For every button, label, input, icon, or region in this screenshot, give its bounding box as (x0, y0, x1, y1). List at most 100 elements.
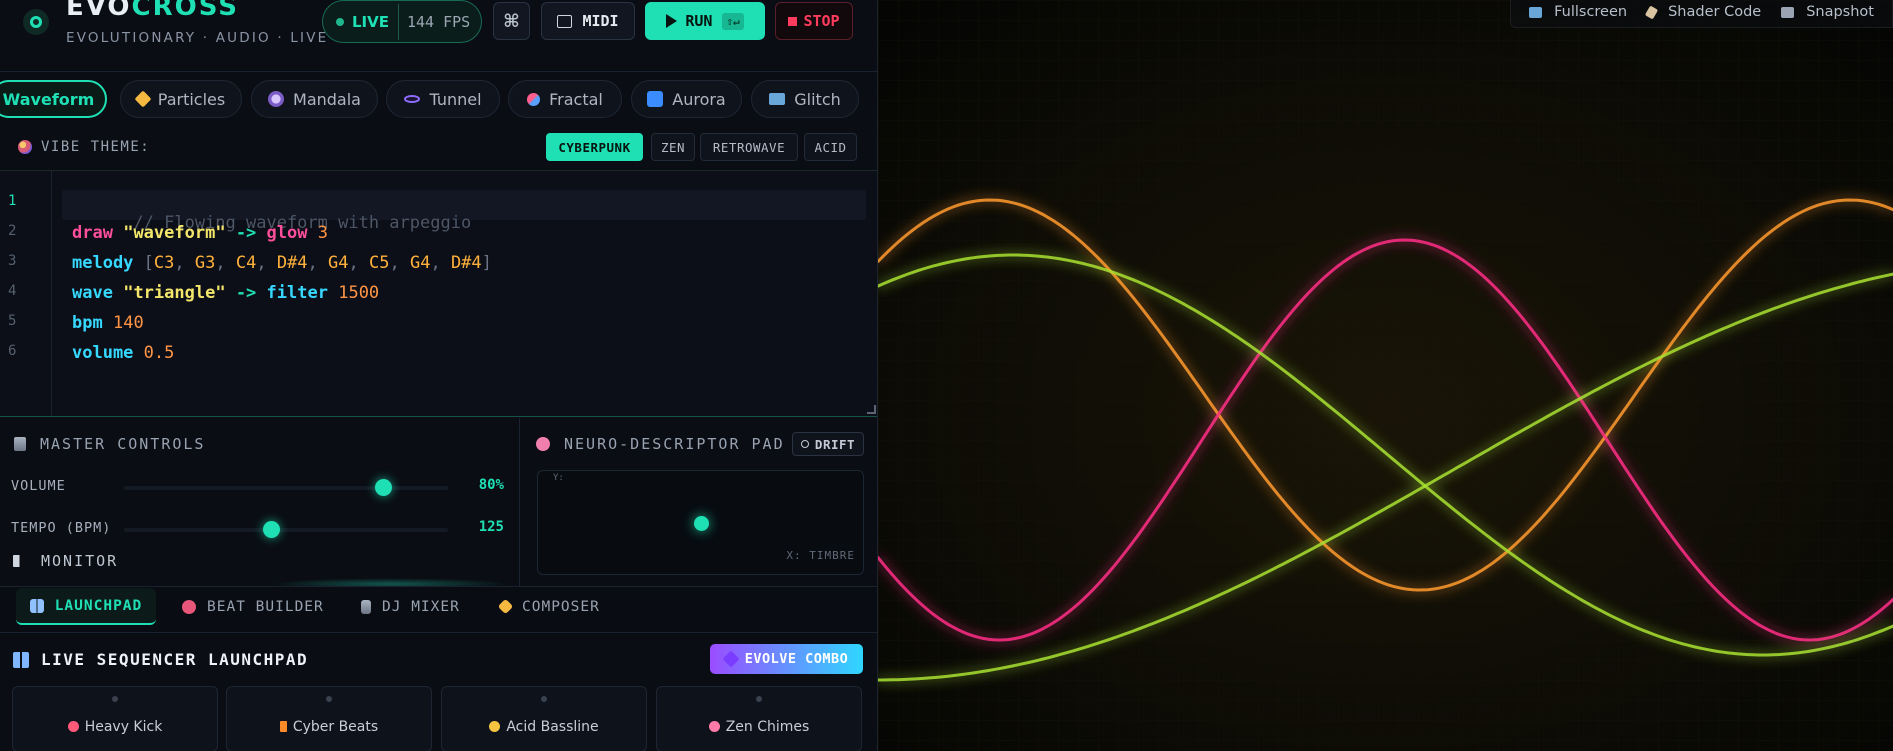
theme-acid-button[interactable]: ACID (804, 133, 857, 161)
pad-indicator-led (112, 696, 118, 702)
pad-label: Heavy Kick (84, 719, 163, 735)
pad-indicator-led (326, 696, 332, 702)
sparkles-icon (134, 90, 152, 108)
line-number: 1 (8, 193, 17, 209)
launchpad-pad-acid-bassline[interactable]: Acid Bassline (441, 686, 647, 751)
code-editor[interactable]: 1 2 3 4 5 6 // Flowing waveform with arp… (0, 170, 877, 417)
tempo-slider[interactable] (124, 521, 448, 538)
drift-button[interactable]: DRIFT (792, 432, 864, 456)
control-panel: EVOCROSS EVOLUTIONARY · AUDIO · LIVE LIV… (0, 0, 878, 751)
resize-handle[interactable] (867, 405, 876, 414)
run-button[interactable]: RUN ⇧↵ (645, 2, 765, 40)
code-identifier: bpm (72, 313, 103, 333)
code-note: D#4 (450, 253, 482, 273)
command-palette-button[interactable]: ⌘ (493, 2, 530, 40)
evolve-label: EVOLVE COMBO (744, 651, 849, 667)
neuro-pad-title: NEURO-DESCRIPTOR PAD (536, 435, 785, 453)
code-note: C3 (153, 253, 175, 273)
code-line-5: bpm 140 (72, 313, 144, 333)
snapshot-button[interactable]: Snapshot (1781, 4, 1874, 20)
code-identifier: wave (72, 283, 113, 303)
launchpad-pad-heavy-kick[interactable]: Heavy Kick (12, 686, 218, 751)
code-keyword: glow (266, 223, 308, 243)
code-number: 3 (317, 223, 328, 243)
waveform-visual (878, 0, 1893, 751)
tab-label: BEAT BUILDER (207, 598, 324, 615)
xy-pad-cursor[interactable] (693, 515, 709, 531)
section-title-text: LIVE SEQUENCER LAUNCHPAD (41, 650, 309, 669)
master-controls-panel: MASTER CONTROLS VOLUME 80% TEMPO (BPM) 1… (0, 418, 519, 590)
tab-aurora[interactable]: Aurora (631, 80, 742, 118)
section-title-text: MASTER CONTROLS (40, 435, 206, 453)
launchpad-pad-cyber-beats[interactable]: Cyber Beats (226, 686, 432, 751)
fullscreen-button[interactable]: Fullscreen (1529, 4, 1627, 20)
brush-icon (1644, 4, 1659, 20)
grid-icon (13, 651, 29, 668)
live-label: LIVE (352, 12, 389, 31)
live-dot-icon (336, 17, 344, 26)
tab-label: Particles (157, 89, 226, 109)
code-line-6: volume 0.5 (72, 343, 174, 363)
line-number: 4 (8, 283, 17, 299)
ocean-wave-icon (647, 91, 664, 107)
visualizer-canvas[interactable]: Fullscreen Shader Code Snapshot (878, 0, 1893, 751)
live-status-pill: LIVE 144 FPS (322, 0, 482, 43)
drift-label: DRIFT (814, 436, 856, 452)
tab-dj-mixer[interactable]: DJ MIXER (361, 588, 460, 625)
fps-counter: 144 FPS (407, 12, 471, 31)
dna-icon (722, 650, 740, 668)
line-number: 5 (8, 313, 17, 329)
tab-particles[interactable]: Particles (120, 80, 242, 118)
tempo-slider-thumb[interactable] (263, 521, 281, 538)
divider (0, 71, 877, 72)
tab-label: DJ MIXER (382, 598, 460, 615)
run-label: RUN (685, 12, 713, 30)
tab-tunnel[interactable]: Tunnel (386, 80, 500, 118)
launchpad-pad-zen-chimes[interactable]: Zen Chimes (656, 686, 862, 751)
code-number: 140 (112, 313, 144, 333)
code-identifier: filter (266, 283, 328, 303)
tab-glitch[interactable]: Glitch (751, 80, 859, 118)
code-note: G3 (194, 253, 216, 273)
code-note: G4 (328, 253, 349, 273)
tab-label: Waveform (2, 89, 95, 109)
tab-fractal[interactable]: Fractal (508, 80, 622, 118)
sparkles-icon (497, 598, 514, 615)
tab-composer[interactable]: COMPOSER (497, 588, 600, 625)
pad-indicator-led (756, 696, 762, 702)
theme-cyberpunk-button[interactable]: CYBERPUNK (546, 133, 643, 161)
tab-beat-builder[interactable]: BEAT BUILDER (182, 588, 324, 625)
tab-launchpad[interactable]: LAUNCHPAD (16, 588, 156, 625)
canvas-toolbar: Fullscreen Shader Code Snapshot (1510, 0, 1893, 28)
header: EVOCROSS EVOLUTIONARY · AUDIO · LIVE LIV… (0, 0, 877, 58)
theme-zen-button[interactable]: ZEN (651, 133, 695, 161)
stop-button[interactable]: STOP (775, 2, 853, 40)
mixer-icon (14, 437, 26, 451)
code-line-3: melody [C3, G3, C4, D#4, G4, C5, G4, D#4… (72, 253, 492, 273)
tab-label: COMPOSER (522, 598, 600, 615)
dna-icon (527, 92, 541, 106)
midi-button[interactable]: MIDI (541, 2, 635, 40)
tab-waveform[interactable]: Waveform (0, 80, 107, 118)
shader-code-label: Shader Code (1668, 4, 1762, 20)
tab-label: Glitch (794, 89, 841, 109)
xy-pad[interactable]: Y: X: TIMBRE (537, 470, 864, 575)
evolve-combo-button[interactable]: EVOLVE COMBO (710, 644, 863, 674)
pad-label: Zen Chimes (725, 719, 810, 735)
vibe-label-text: VIBE THEME: (41, 139, 151, 155)
tab-mandala[interactable]: Mandala (251, 80, 378, 118)
code-identifier: melody (72, 253, 134, 273)
crystal-ball-icon (268, 91, 285, 107)
volume-value: 80% (478, 477, 504, 493)
pad-label: Acid Bassline (506, 719, 599, 735)
shader-code-button[interactable]: Shader Code (1644, 4, 1762, 20)
demon-icon (182, 599, 196, 614)
code-number: 0.5 (143, 343, 175, 363)
pad-indicator-led (541, 696, 547, 702)
piano-icon (557, 14, 573, 28)
volume-slider[interactable] (124, 479, 448, 496)
hole-icon (404, 95, 421, 103)
grid-icon (29, 598, 44, 613)
theme-retrowave-button[interactable]: RETROWAVE (700, 133, 798, 161)
volume-slider-thumb[interactable] (375, 479, 393, 496)
